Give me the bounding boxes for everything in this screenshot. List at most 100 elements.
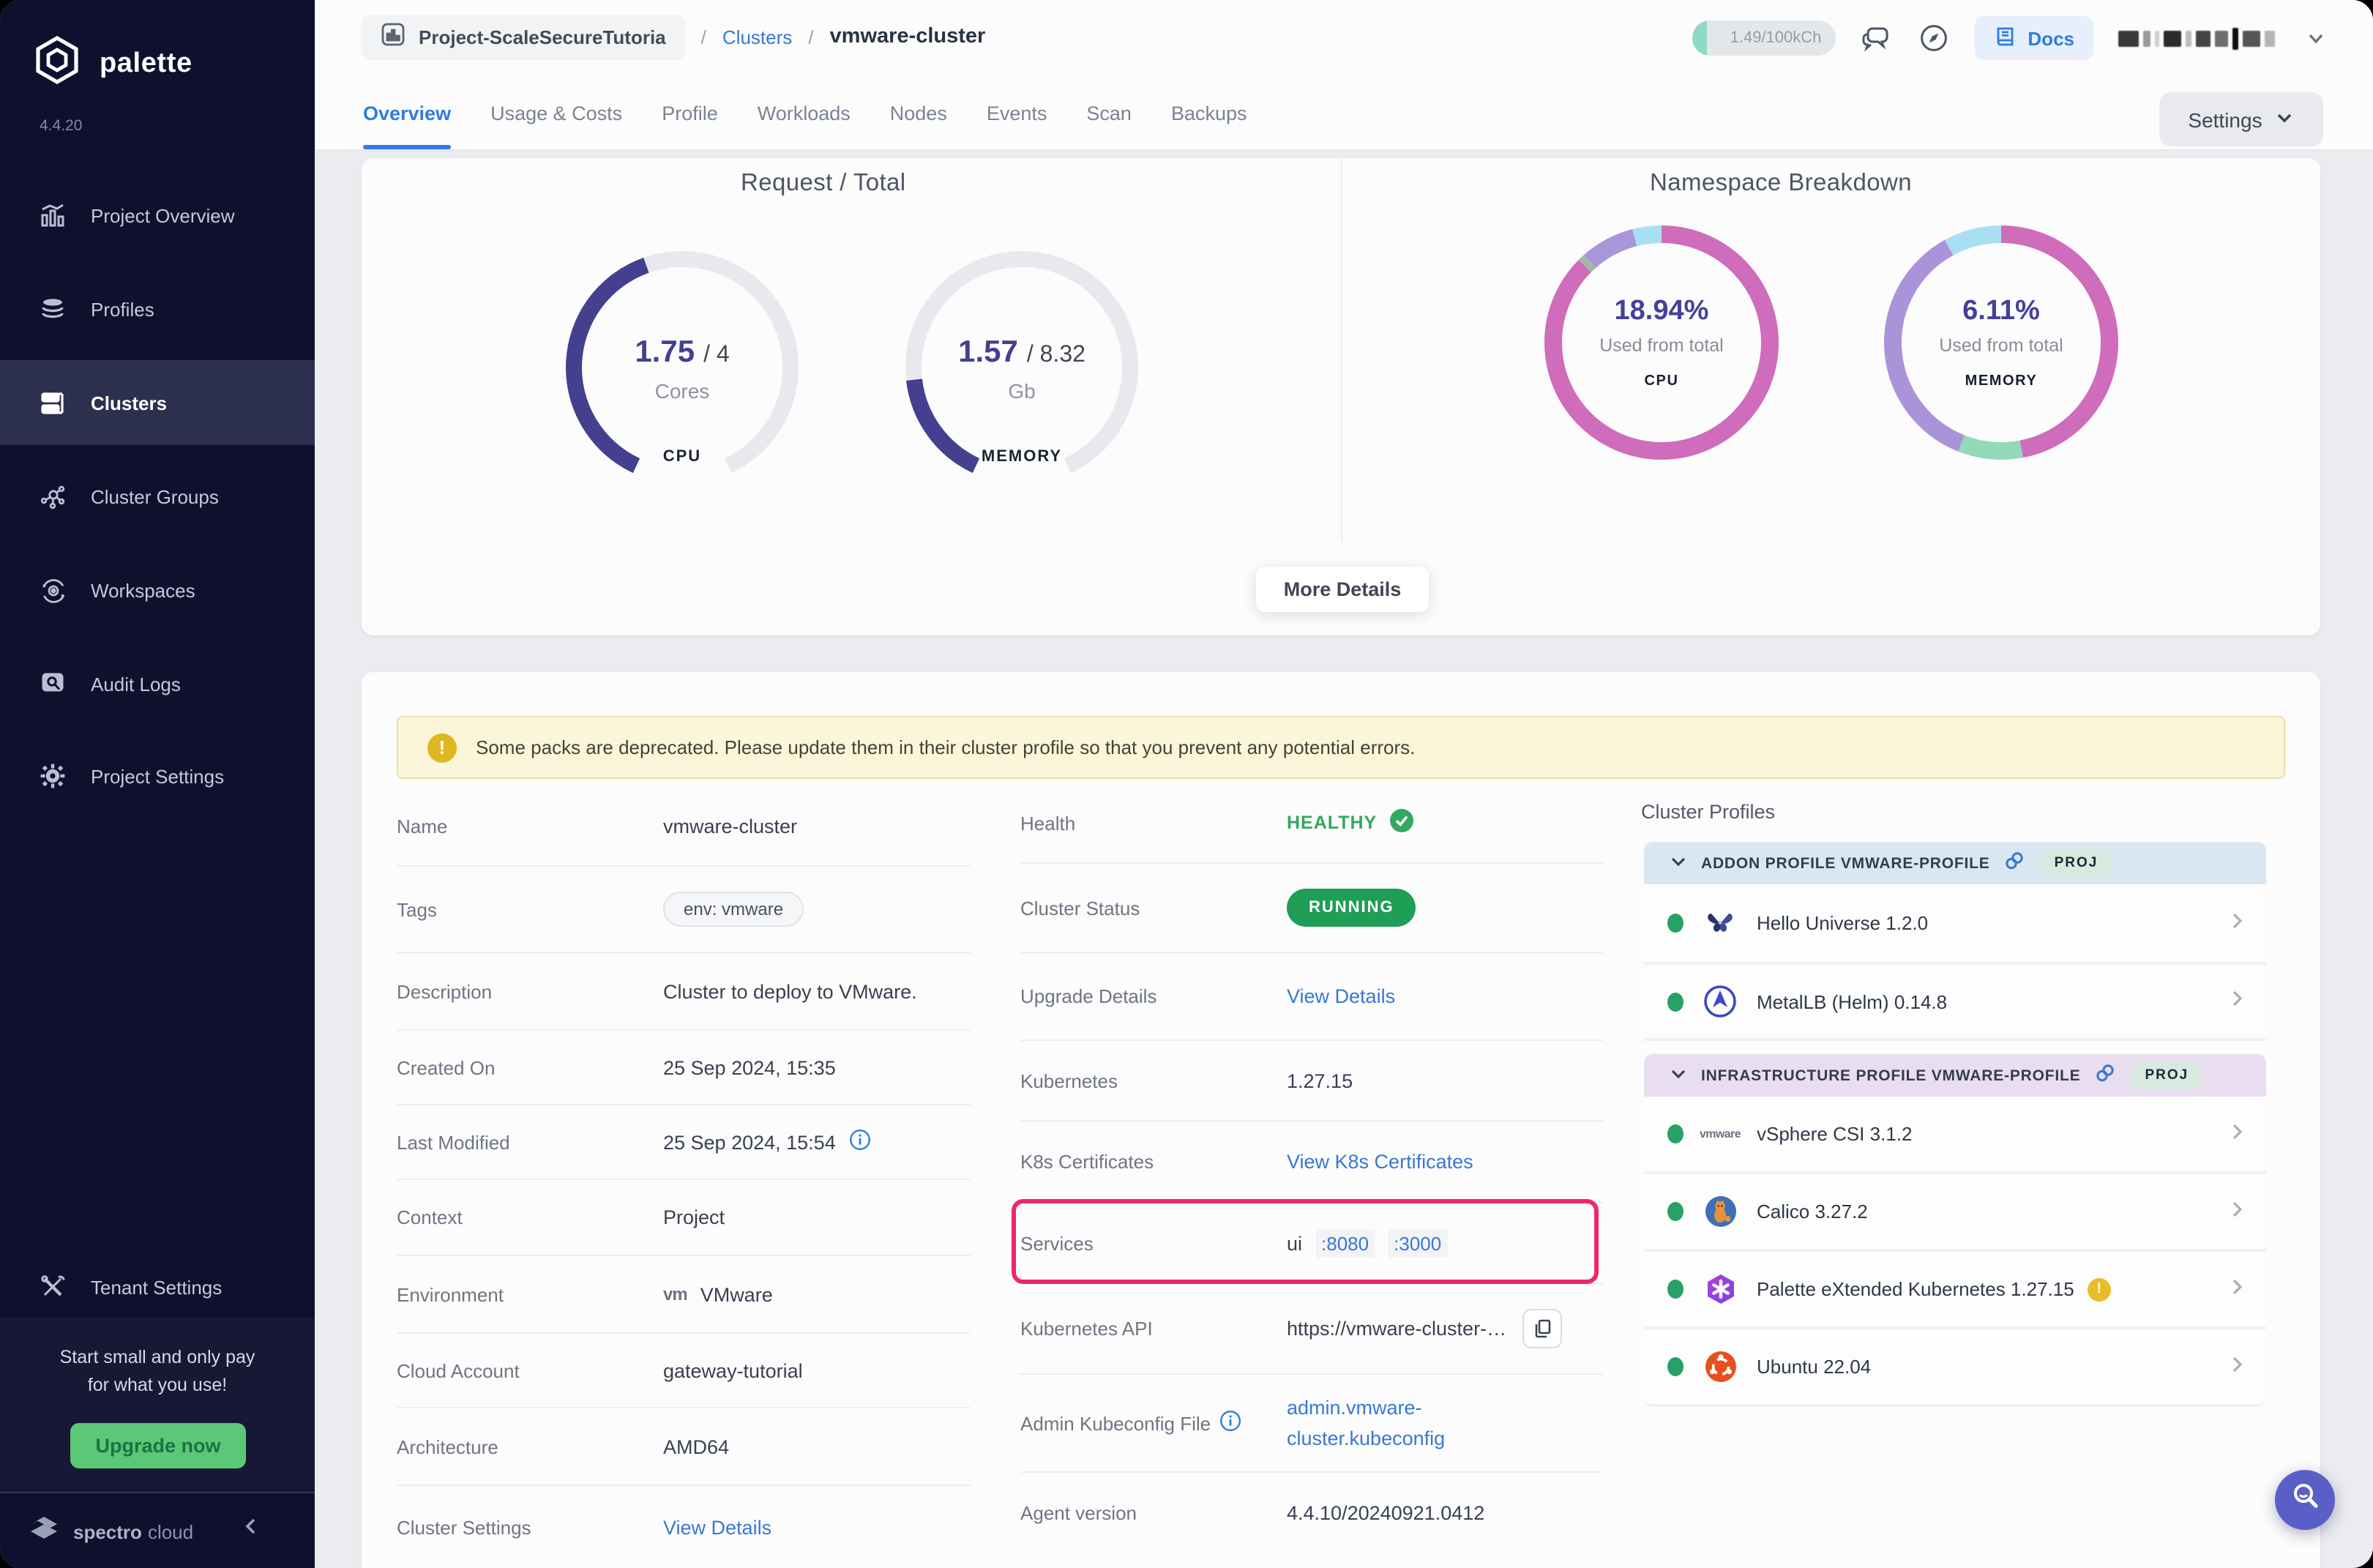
palette-pack-icon xyxy=(1703,1272,1738,1307)
sidebar: palette 4.4.20 Project Overview Profiles… xyxy=(0,0,315,1568)
header-actions: 1.49/100kCh Docs xyxy=(1692,15,2332,61)
sidebar-item-project-settings[interactable]: Project Settings xyxy=(0,733,315,818)
tab-scan[interactable]: Scan xyxy=(1086,76,1132,149)
tab-events[interactable]: Events xyxy=(987,76,1047,149)
status-dot xyxy=(1667,914,1683,933)
vmware-icon: vm xyxy=(663,1284,687,1304)
upgrade-view-details-link[interactable]: View Details xyxy=(1287,985,1395,1007)
sidebar-item-audit-logs[interactable]: Audit Logs xyxy=(0,641,315,726)
chevron-right-icon xyxy=(2228,1198,2246,1225)
search-fab[interactable] xyxy=(2275,1470,2335,1530)
detail-row-last-modified: Last Modified 25 Sep 2024, 15:54 xyxy=(397,1105,971,1180)
sidebar-item-label: Project Settings xyxy=(91,765,224,787)
cpu-gauge-label: CPU xyxy=(558,448,807,466)
usage-meter[interactable]: 1.49/100kCh xyxy=(1692,20,1836,56)
docs-button[interactable]: Docs xyxy=(1975,16,2093,60)
cluster-settings-view-details-link[interactable]: View Details xyxy=(663,1516,771,1538)
memory-gauge-label: MEMORY xyxy=(897,448,1146,466)
info-icon[interactable] xyxy=(1219,1410,1241,1436)
status-dot xyxy=(1667,1280,1683,1299)
status-dot xyxy=(1667,1124,1683,1143)
project-chart-icon xyxy=(381,22,406,51)
breadcrumb-separator: / xyxy=(701,26,706,48)
namespace-cpu-donut: 18.94% Used from total CPU xyxy=(1537,218,1786,467)
chevron-right-icon xyxy=(2228,1121,2246,1147)
sidebar-collapse-icon[interactable] xyxy=(242,1517,261,1543)
settings-button[interactable]: Settings xyxy=(2159,92,2323,146)
sidebar-item-clusters[interactable]: Clusters xyxy=(0,360,315,445)
addon-profile-header[interactable]: ADDON PROFILE VMWARE-PROFILE PROJ xyxy=(1644,842,2266,884)
sidebar-item-workspaces[interactable]: Workspaces xyxy=(0,548,315,632)
gear-icon xyxy=(38,761,67,791)
sidebar-item-label: Workspaces xyxy=(91,579,195,601)
usage-overview-card: Request / Total Namespace Breakdown 1.75… xyxy=(362,158,2320,635)
tab-backups[interactable]: Backups xyxy=(1171,76,1247,149)
info-icon[interactable] xyxy=(849,1129,871,1155)
tag-pill: env: vmware xyxy=(663,892,804,927)
sidebar-item-tenant-settings[interactable]: Tenant Settings xyxy=(0,1244,315,1329)
compass-icon[interactable] xyxy=(1918,22,1950,54)
cluster-groups-icon xyxy=(38,482,67,511)
detail-row-cloud-account: Cloud Account gateway-tutorial xyxy=(397,1334,971,1408)
link-icon[interactable] xyxy=(2005,851,2025,876)
user-menu-chevron-down-icon[interactable] xyxy=(2300,22,2332,54)
detail-row-cluster-settings: Cluster Settings View Details xyxy=(397,1486,971,1568)
tab-usage-costs[interactable]: Usage & Costs xyxy=(490,76,622,149)
cluster-profiles-title: Cluster Profiles xyxy=(1641,801,1775,823)
cluster-tabs: Overview Usage & Costs Profile Workloads… xyxy=(363,76,1247,149)
status-dot xyxy=(1667,1202,1683,1221)
view-k8s-certificates-link[interactable]: View K8s Certificates xyxy=(1287,1151,1473,1173)
breadcrumb-cluster-name: vmware-cluster xyxy=(830,25,986,48)
admin-kubeconfig-link[interactable]: admin.vmware-cluster.kubeconfig xyxy=(1287,1392,1489,1454)
profile-pack-calico[interactable]: Calico 3.27.2 xyxy=(1644,1174,2266,1252)
audit-logs-icon xyxy=(38,669,67,698)
spectro-cloud-logo-icon xyxy=(26,1511,61,1553)
infrastructure-profile-header[interactable]: INFRASTRUCTURE PROFILE VMWARE-PROFILE PR… xyxy=(1644,1054,2266,1097)
sidebar-item-label: Audit Logs xyxy=(91,673,181,695)
tabs-divider xyxy=(315,149,2373,151)
app-logo[interactable]: palette xyxy=(32,35,193,92)
tab-nodes[interactable]: Nodes xyxy=(890,76,947,149)
copy-icon[interactable] xyxy=(1522,1309,1562,1348)
tab-overview[interactable]: Overview xyxy=(363,76,451,149)
sidebar-item-cluster-groups[interactable]: Cluster Groups xyxy=(0,454,315,539)
more-details-button[interactable]: More Details xyxy=(1256,567,1429,612)
detail-row-architecture: Architecture AMD64 xyxy=(397,1408,971,1486)
detail-row-kubernetes-api: Kubernetes API https://vmware-cluster-ct… xyxy=(1020,1284,1603,1375)
profile-pack-hello-universe[interactable]: Hello Universe 1.2.0 xyxy=(1644,884,2266,965)
healthy-check-icon xyxy=(1389,808,1413,837)
profile-pack-ubuntu[interactable]: Ubuntu 22.04 xyxy=(1644,1329,2266,1407)
detail-row-tags: Tags env: vmware xyxy=(397,867,971,953)
profile-pack-palette-kubernetes[interactable]: Palette eXtended Kubernetes 1.27.15! xyxy=(1644,1252,2266,1329)
sidebar-item-project-overview[interactable]: Project Overview xyxy=(0,173,315,258)
search-icon xyxy=(2289,1480,2321,1520)
sidebar-item-label: Clusters xyxy=(91,392,167,414)
upgrade-now-button[interactable]: Upgrade now xyxy=(70,1423,246,1468)
detail-row-created-on: Created On 25 Sep 2024, 15:35 xyxy=(397,1031,971,1105)
detail-row-kubernetes: Kubernetes 1.27.15 xyxy=(1020,1041,1603,1121)
book-icon xyxy=(1994,24,2017,52)
tools-icon xyxy=(38,1272,67,1302)
breadcrumb-clusters-link[interactable]: Clusters xyxy=(722,26,792,48)
proj-badge: PROJ xyxy=(2130,1061,2203,1089)
tab-profile[interactable]: Profile xyxy=(662,76,718,149)
running-status-badge: RUNNING xyxy=(1287,889,1416,927)
profile-pack-vsphere-csi[interactable]: vmware vSphere CSI 3.1.2 xyxy=(1644,1097,2266,1174)
palette-logo-icon xyxy=(32,35,82,92)
link-icon[interactable] xyxy=(2095,1063,2115,1088)
tab-workloads[interactable]: Workloads xyxy=(758,76,851,149)
service-port-link[interactable]: :3000 xyxy=(1388,1229,1447,1257)
service-port-link[interactable]: :8080 xyxy=(1315,1229,1375,1257)
breadcrumb-project[interactable]: Project-ScaleSecureTutoria xyxy=(362,14,685,59)
profile-pack-metallb[interactable]: MetalLB (Helm) 0.14.8 xyxy=(1644,965,2266,1041)
detail-row-k8s-certificates: K8s Certificates View K8s Certificates xyxy=(1020,1121,1603,1203)
detail-row-admin-kubeconfig: Admin Kubeconfig File admin.vmware-clust… xyxy=(1020,1375,1603,1473)
chat-icon[interactable] xyxy=(1861,22,1893,54)
user-menu-redacted[interactable] xyxy=(2118,27,2275,49)
sidebar-item-label: Profiles xyxy=(91,298,154,320)
ubuntu-icon xyxy=(1703,1349,1738,1384)
sidebar-item-profiles[interactable]: Profiles xyxy=(0,266,315,351)
app-logo-text: palette xyxy=(100,48,193,80)
namespace-breakdown-title: Namespace Breakdown xyxy=(1650,170,1912,198)
clusters-icon xyxy=(38,388,67,417)
